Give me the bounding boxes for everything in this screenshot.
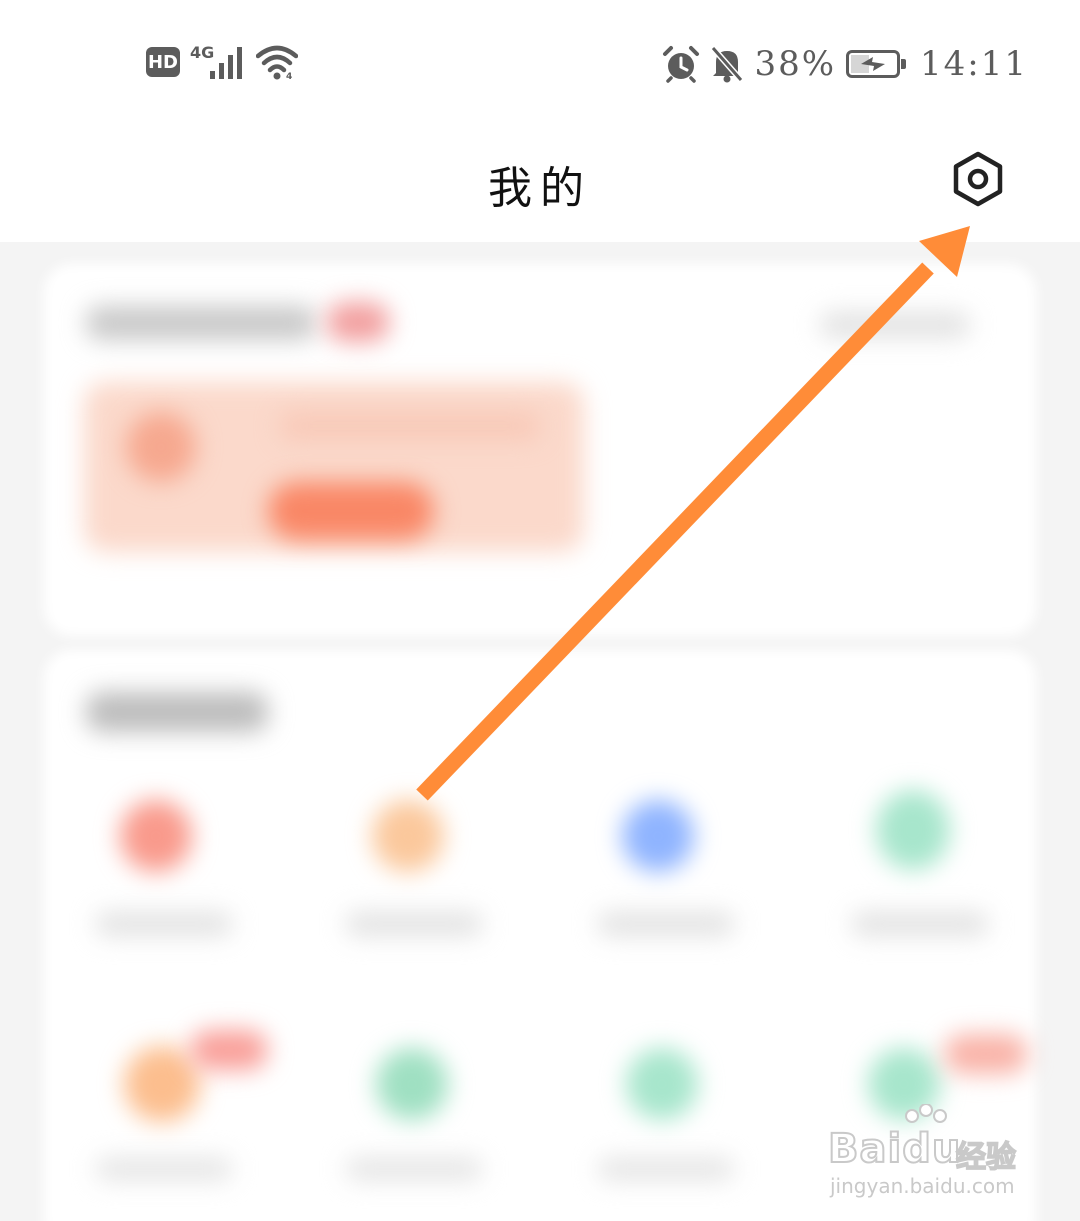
blurred-app-label: [96, 912, 232, 936]
settings-hexagon-icon: [953, 151, 1003, 207]
blurred-app-icon: [622, 800, 694, 872]
status-left: HD 4G 4: [146, 42, 299, 80]
blurred-app-label: [598, 1158, 734, 1180]
network-type: 4G: [190, 42, 215, 62]
signal-icon: [210, 47, 243, 79]
watermark-product: 经验: [955, 1139, 1017, 1176]
blurred-badge: [326, 302, 390, 342]
svg-text:4: 4: [286, 72, 292, 80]
blurred-app-icon: [372, 800, 444, 872]
watermark-brand: Baidu: [827, 1125, 962, 1173]
mute-bell-icon: [711, 46, 744, 83]
blurred-heading: [86, 306, 316, 340]
blurred-app-label: [852, 912, 988, 936]
blurred-banner-text: [280, 412, 540, 440]
status-right: 38% 14:11: [662, 44, 1028, 84]
settings-button[interactable]: [946, 148, 1010, 212]
blurred-app-badge: [944, 1034, 1028, 1074]
blurred-app-label: [598, 912, 734, 936]
watermark-url: jingyan.baidu.com: [830, 1174, 1015, 1198]
blurred-app-icon: [120, 800, 192, 872]
battery-percent: 38%: [754, 44, 837, 84]
blurred-app-label: [96, 1158, 232, 1180]
blurred-app-icon: [124, 1046, 200, 1122]
blurred-app-badge: [190, 1030, 268, 1070]
wifi-icon: 4: [256, 45, 299, 80]
blurred-banner-button: [268, 482, 434, 540]
battery-charging-icon: [846, 50, 907, 78]
alarm-icon: [663, 46, 700, 83]
blurred-app-icon: [376, 1048, 448, 1120]
blurred-app-icon: [626, 1048, 698, 1120]
blurred-app-icon: [876, 790, 950, 870]
blurred-app-label: [346, 912, 482, 936]
status-bar: HD 4G 4 38% 14:11: [0, 0, 1080, 120]
blurred-content: [0, 242, 1080, 1221]
blurred-app-label: [346, 1158, 482, 1180]
blurred-banner-icon: [126, 412, 196, 482]
hd-icon: HD: [146, 47, 180, 77]
blurred-link: [820, 312, 970, 338]
blurred-section-title: [86, 692, 268, 732]
page-title: 我的: [488, 163, 592, 214]
baidu-watermark: Baidu 经验 jingyan.baidu.com: [827, 1104, 1028, 1200]
clock: 14:11: [920, 44, 1028, 84]
